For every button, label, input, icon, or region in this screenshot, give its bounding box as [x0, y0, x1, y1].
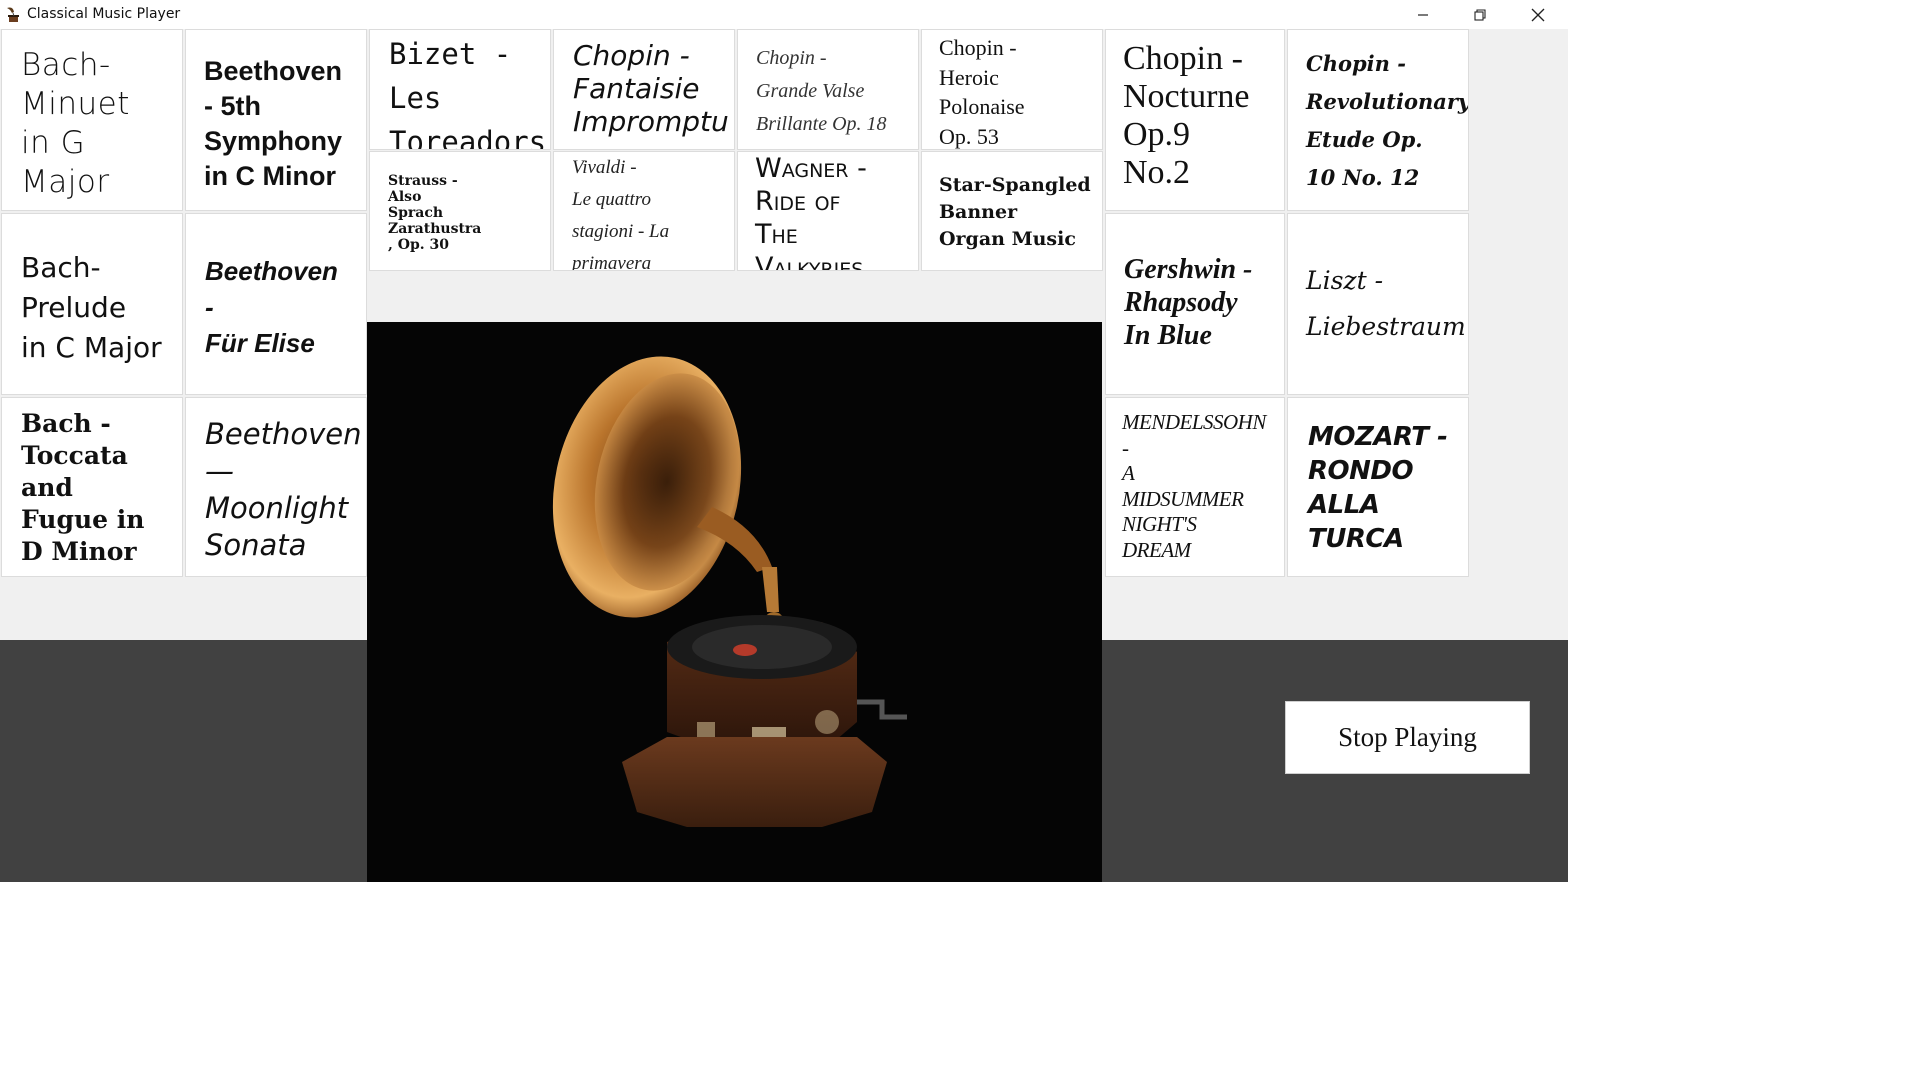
- track-label: Beethoven — Moonlight Sonata: [205, 417, 362, 562]
- track-label: Bizet - Les Toreadors: [389, 37, 547, 150]
- track-label: Bach- Minuet in G Major: [21, 47, 130, 200]
- stop-playing-button[interactable]: Stop Playing: [1285, 701, 1530, 774]
- track-button-bach-prelude[interactable]: Bach- Prelude in C Major: [1, 213, 183, 395]
- track-button-gershwin[interactable]: Gershwin - Rhapsody In Blue: [1105, 213, 1285, 395]
- track-button-beethoven-elise[interactable]: Beethoven - Für Elise: [185, 213, 367, 395]
- track-button-chopin-fantaisie[interactable]: Chopin - Fantaisie Impromptu: [553, 29, 735, 150]
- track-label: Gershwin - Rhapsody In Blue: [1124, 254, 1253, 351]
- track-label: Beethoven - Für Elise: [205, 256, 338, 358]
- track-button-wagner[interactable]: Wagner - Ride of The Valkyries: [737, 151, 919, 271]
- track-label: Bach - Toccata and Fugue in D Minor: [21, 409, 145, 566]
- track-label: Bach- Prelude in C Major: [21, 251, 162, 364]
- track-label: MENDELSSOHN - A MIDSUMMER NIGHT'S DREAM: [1122, 410, 1266, 562]
- track-label: Chopin - Fantaisie Impromptu: [573, 39, 729, 138]
- track-label: Beethoven - 5th Symphony in C Minor: [204, 56, 343, 191]
- track-button-bizet[interactable]: Bizet - Les Toreadors: [369, 29, 551, 150]
- close-icon: [1531, 8, 1545, 21]
- track-label: Chopin - Heroic Polonaise Op. 53: [939, 35, 1025, 149]
- restore-button[interactable]: [1457, 0, 1503, 29]
- minimize-button[interactable]: [1400, 0, 1446, 29]
- track-button-chopin-nocturne[interactable]: Chopin - Nocturne Op.9 No.2: [1105, 29, 1285, 211]
- track-button-chopin-grande-valse[interactable]: Chopin - Grande Valse Brillante Op. 18: [737, 29, 919, 150]
- track-button-chopin-revolutionary[interactable]: Chopin - Revolutionary Etude Op. 10 No. …: [1287, 29, 1469, 211]
- player-display: [367, 322, 1102, 882]
- track-button-mozart[interactable]: MOZART - RONDO ALLA TURCA: [1287, 397, 1469, 577]
- track-button-mendelssohn[interactable]: MENDELSSOHN - A MIDSUMMER NIGHT'S DREAM: [1105, 397, 1285, 577]
- title-bar: Classical Music Player: [0, 0, 1568, 30]
- track-button-beethoven-5th[interactable]: Beethoven - 5th Symphony in C Minor: [185, 29, 367, 211]
- track-button-beethoven-moonlight[interactable]: Beethoven — Moonlight Sonata: [185, 397, 367, 577]
- restore-icon: [1474, 8, 1486, 21]
- track-button-bach-minuet[interactable]: Bach- Minuet in G Major: [1, 29, 183, 211]
- track-button-chopin-heroic[interactable]: Chopin - Heroic Polonaise Op. 53: [921, 29, 1103, 150]
- track-button-vivaldi[interactable]: Vivaldi - Le quattro stagioni - La prima…: [553, 151, 735, 271]
- track-label: Chopin - Revolutionary Etude Op. 10 No. …: [1306, 51, 1469, 190]
- track-label: Vivaldi - Le quattro stagioni - La prima…: [572, 157, 670, 271]
- track-label: MOZART - RONDO ALLA TURCA: [1308, 422, 1448, 554]
- track-button-strauss[interactable]: Strauss - Also Sprach Zarathustra , Op. …: [369, 151, 551, 271]
- track-label: Wagner - Ride of The Valkyries: [755, 153, 867, 271]
- track-button-bach-toccata[interactable]: Bach - Toccata and Fugue in D Minor: [1, 397, 183, 577]
- track-label: Star-Spangled Banner Organ Music: [939, 174, 1091, 250]
- track-button-star-spangled[interactable]: Star-Spangled Banner Organ Music: [921, 151, 1103, 271]
- track-button-liszt[interactable]: Liszt - Liebestraum: [1287, 213, 1469, 395]
- window-title: Classical Music Player: [27, 6, 181, 22]
- gramophone-image: [552, 356, 907, 827]
- minimize-icon: [1418, 13, 1428, 16]
- track-label: Strauss - Also Sprach Zarathustra , Op. …: [388, 173, 482, 253]
- gramophone-app-icon: [7, 7, 19, 22]
- close-button[interactable]: [1515, 0, 1561, 29]
- track-label: Chopin - Grande Valse Brillante Op. 18: [756, 47, 887, 135]
- track-label: Chopin - Nocturne Op.9 No.2: [1123, 40, 1250, 191]
- track-label: Liszt - Liebestraum: [1306, 266, 1466, 341]
